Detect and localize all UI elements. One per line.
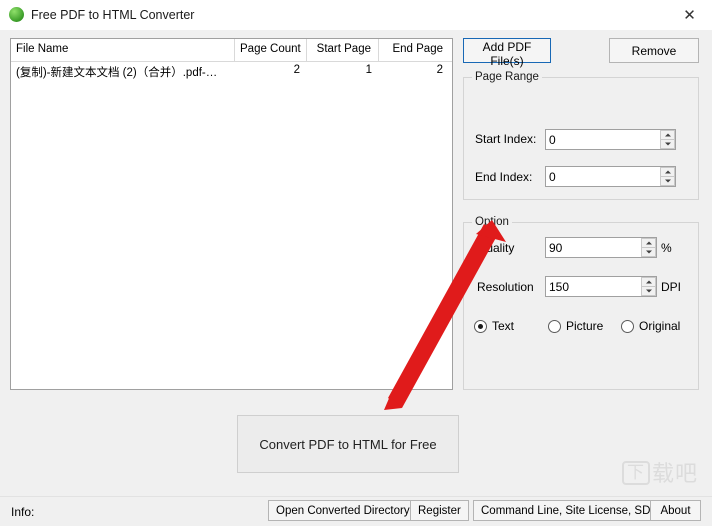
- quality-label: Quality: [477, 241, 515, 255]
- open-converted-directory-button[interactable]: Open Converted Directory: [268, 500, 418, 521]
- about-button[interactable]: About: [650, 500, 701, 521]
- radio-text[interactable]: Text: [474, 319, 514, 333]
- radio-text-label: Text: [492, 319, 515, 333]
- radio-original[interactable]: Original: [621, 319, 680, 333]
- title-bar: Free PDF to HTML Converter ✕: [0, 0, 712, 30]
- file-list-header: File Name Page Count Start Page End Page: [11, 39, 452, 62]
- chevron-up-icon[interactable]: [641, 277, 656, 286]
- remove-button[interactable]: Remove: [609, 38, 699, 63]
- app-logo-icon: [9, 7, 24, 22]
- radio-dot-icon: [474, 319, 487, 333]
- cell-page-count: 2: [293, 64, 300, 76]
- table-row[interactable]: (复制)-新建文本文档 (2)（合并）.pdf-… 2 1 2: [11, 62, 452, 80]
- chevron-up-icon[interactable]: [641, 238, 656, 247]
- resolution-input[interactable]: [546, 277, 640, 296]
- convert-button[interactable]: Convert PDF to HTML for Free: [237, 415, 459, 473]
- close-icon[interactable]: ✕: [667, 0, 712, 30]
- radio-original-label: Original: [639, 319, 681, 333]
- column-header-page-count[interactable]: Page Count: [235, 39, 307, 61]
- register-button[interactable]: Register: [410, 500, 469, 521]
- window-title: Free PDF to HTML Converter: [31, 7, 195, 22]
- start-index-input[interactable]: [546, 130, 659, 149]
- resolution-stepper[interactable]: [545, 276, 657, 297]
- start-index-arrows[interactable]: [659, 130, 675, 149]
- page-range-group-title: Page Range: [472, 71, 542, 83]
- end-index-stepper[interactable]: [545, 166, 676, 187]
- quality-stepper[interactable]: [545, 237, 657, 258]
- column-header-file-name[interactable]: File Name: [11, 39, 235, 61]
- add-pdf-files-button[interactable]: Add PDF File(s): [463, 38, 551, 68]
- radio-dot-icon: [548, 319, 561, 333]
- resolution-arrows[interactable]: [640, 277, 656, 296]
- resolution-label: Resolution: [477, 280, 534, 294]
- watermark-box: 下: [621, 461, 650, 485]
- radio-picture[interactable]: Picture: [548, 319, 603, 333]
- quality-arrows[interactable]: [640, 238, 656, 257]
- cell-end-page: 2: [436, 64, 443, 76]
- start-index-label: Start Index:: [475, 132, 537, 146]
- end-index-arrows[interactable]: [659, 167, 675, 186]
- chevron-up-icon[interactable]: [660, 167, 675, 176]
- chevron-down-icon[interactable]: [660, 176, 675, 186]
- end-index-label: End Index:: [475, 170, 533, 184]
- watermark-text: 载吧: [651, 461, 698, 486]
- output-mode-radio-group: Text Picture Original: [474, 319, 689, 337]
- quality-input[interactable]: [546, 238, 640, 257]
- chevron-down-icon[interactable]: [641, 247, 656, 257]
- radio-picture-label: Picture: [566, 319, 604, 333]
- resolution-unit-label: DPI: [661, 280, 682, 294]
- column-header-start-page[interactable]: Start Page: [307, 39, 379, 61]
- cell-file-name: (复制)-新建文本文档 (2)（合并）.pdf-…: [16, 67, 218, 79]
- chevron-up-icon[interactable]: [660, 130, 675, 139]
- cell-start-page: 1: [365, 64, 372, 76]
- quality-unit-label: %: [661, 241, 672, 255]
- column-header-end-page[interactable]: End Page: [379, 39, 450, 61]
- status-bar: Info: Open Converted Directory Register …: [0, 496, 712, 526]
- command-line-site-license-sdk-button[interactable]: Command Line, Site License, SDK: [473, 500, 667, 521]
- chevron-down-icon[interactable]: [660, 139, 675, 149]
- chevron-down-icon[interactable]: [641, 286, 656, 296]
- file-list[interactable]: File Name Page Count Start Page End Page…: [10, 38, 453, 390]
- start-index-stepper[interactable]: [545, 129, 676, 150]
- radio-dot-icon: [621, 319, 634, 333]
- end-index-input[interactable]: [546, 167, 659, 186]
- option-group-title: Option: [472, 216, 512, 228]
- watermark: 下载吧: [621, 456, 698, 488]
- info-label: Info:: [11, 505, 35, 519]
- client-area: File Name Page Count Start Page End Page…: [0, 30, 712, 526]
